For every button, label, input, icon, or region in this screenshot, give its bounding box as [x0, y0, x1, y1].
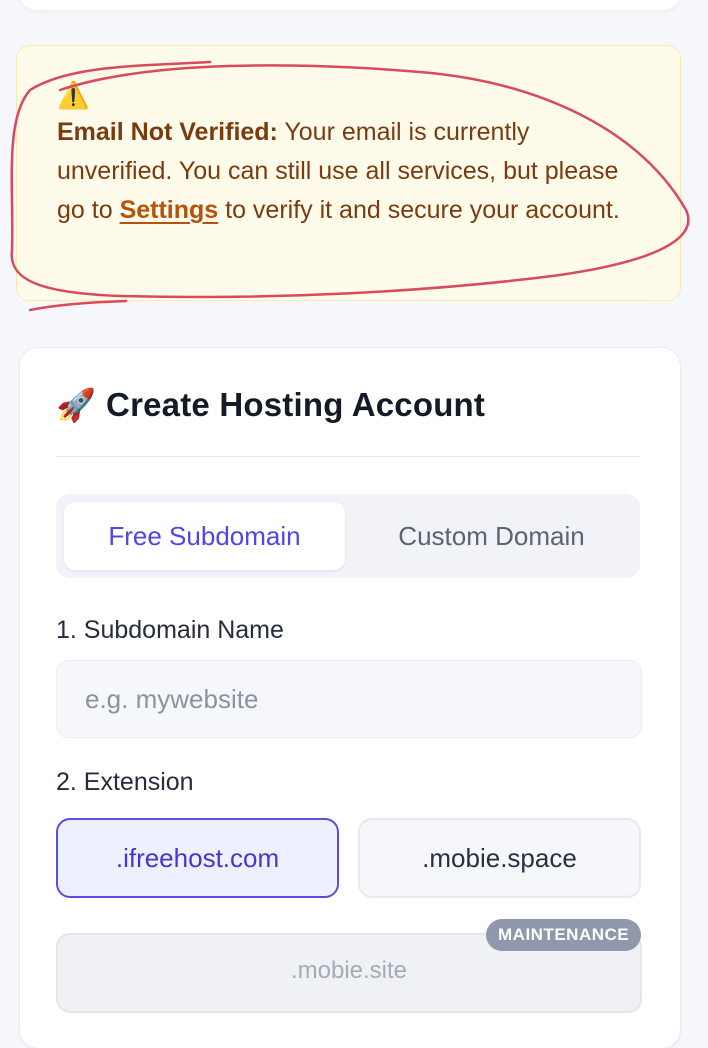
domain-type-tabs: Free Subdomain Custom Domain [56, 494, 640, 578]
subdomain-name-label: 1. Subdomain Name [56, 616, 284, 644]
tab-custom-domain[interactable]: Custom Domain [351, 502, 632, 570]
alert-message: Email Not Verified: Your email is curren… [57, 113, 640, 230]
warning-icon: ⚠️ [57, 80, 90, 110]
tab-free-subdomain[interactable]: Free Subdomain [64, 502, 345, 570]
email-not-verified-alert: ⚠️ Email Not Verified: Your email is cur… [16, 45, 681, 301]
extension-option-mobie-space[interactable]: .mobie.space [358, 818, 641, 898]
alert-text-after: to verify it and secure your account. [218, 196, 620, 224]
maintenance-badge: MAINTENANCE [486, 919, 642, 951]
settings-link[interactable]: Settings [120, 196, 219, 224]
divider [56, 456, 640, 457]
previous-card-edge [20, 0, 680, 10]
subdomain-input[interactable] [56, 660, 642, 738]
card-title-text: Create Hosting Account [106, 386, 486, 423]
extension-option-ifreehost[interactable]: .ifreehost.com [56, 818, 339, 898]
alert-title: Email Not Verified: [57, 118, 278, 146]
rocket-icon: 🚀 [56, 387, 97, 423]
card-title: 🚀 Create Hosting Account [56, 386, 485, 424]
extension-label: 2. Extension [56, 768, 194, 796]
